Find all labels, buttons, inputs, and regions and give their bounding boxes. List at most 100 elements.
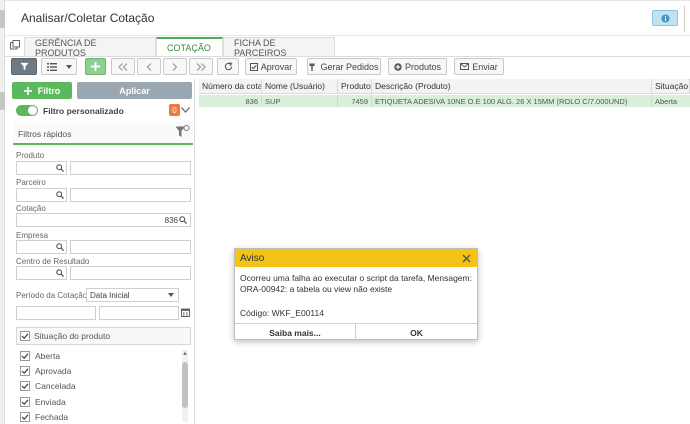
product-status-section[interactable]: Situação do produto [16,327,191,345]
check-icon [21,368,29,375]
status-option-cancelada[interactable]: Cancelada [20,379,76,393]
ok-button[interactable]: OK [356,324,477,341]
check-icon [21,353,29,360]
chevron-down-icon[interactable] [181,107,190,113]
next-record-button[interactable] [163,58,187,75]
cell-produto[interactable]: 7459 [338,95,372,107]
tab-gerencia-produtos[interactable]: GERÊNCIA DE PRODUTOS [24,37,156,58]
search-icon[interactable] [56,243,64,251]
custom-filter-count-badge: 0 [169,104,180,116]
column-header-numero[interactable]: Número da cotação [199,79,262,94]
status-option-fechada[interactable]: Fechada [20,410,68,424]
dialog-close-button[interactable] [459,250,473,266]
status-option-enviada[interactable]: Enviada [20,395,66,409]
product-name-input[interactable] [70,161,191,175]
cell-descricao[interactable]: ETIQUETA ADESIVA 10NE O.E 100 ALG. 26 X … [372,95,652,107]
filter-button-label: Filtro [37,85,61,96]
search-icon[interactable] [56,191,64,199]
column-header-label: Produto [341,81,371,91]
add-filter-button[interactable]: Filtro [12,82,72,99]
period-type-select[interactable]: Data Inicial [86,288,179,302]
add-button[interactable] [85,58,106,75]
gutter-marker [0,92,5,110]
send-button[interactable]: Enviar [454,58,504,75]
period-label: Período da Cotação [16,291,88,300]
period-end-input[interactable] [99,306,179,320]
list-icon [46,62,57,71]
products-button[interactable]: Produtos [388,58,447,75]
select-all-checkbox[interactable] [20,331,30,341]
quotation-input[interactable]: 836 [16,213,191,227]
search-icon[interactable] [56,269,64,277]
check-icon [21,399,29,406]
status-option-aberta[interactable]: Aberta [20,349,60,363]
search-icon[interactable] [56,164,64,172]
column-header-produto[interactable]: Produto [338,79,372,94]
double-chevron-right-icon [196,62,206,71]
products-label: Produtos [404,61,442,72]
column-header-label: Descrição (Produto) [375,81,451,91]
last-record-button[interactable] [189,58,213,75]
status-checkbox[interactable] [20,366,30,376]
close-icon [462,254,470,262]
plus-circle-icon [394,62,402,71]
list-options-button[interactable] [41,58,77,75]
ok-label: OK [410,327,423,338]
status-checkbox[interactable] [20,397,30,407]
scroll-up-icon[interactable]: ▲ [182,351,188,357]
cell-situacao[interactable]: Aberta [652,95,690,107]
learn-more-label: Saiba mais... [269,327,321,338]
status-checkbox[interactable] [20,381,30,391]
tab-ficha-parceiros[interactable]: FICHA DE PARCEIROS [223,37,335,58]
custom-filter-label: Filtro personalizado [43,106,124,116]
status-option-label: Aberta [35,351,61,361]
check-icon [21,383,29,390]
toolbar: Aprovar Gerar Pedidos Produtos Enviar [5,57,690,77]
chevron-down-icon [168,293,174,297]
status-checkbox[interactable] [20,351,30,361]
company-name-input[interactable] [70,240,191,254]
search-icon[interactable] [179,216,187,224]
topbar-divider [684,6,685,32]
send-label: Enviar [472,61,498,72]
warning-dialog: Aviso Ocorreu uma falha ao executar o sc… [234,248,478,341]
funnel-settings-icon[interactable] [175,125,190,139]
cell-usuario[interactable]: SUP [262,95,338,107]
column-header-usuario[interactable]: Nome (Usuário) [262,79,338,94]
apply-button[interactable]: Aplicar [77,82,192,99]
chevron-right-icon [172,62,178,71]
tab-bar: GERÊNCIA DE PRODUTOS COTAÇÃO FICHA DE PA… [5,37,690,58]
status-option-aprovada[interactable]: Aprovada [20,364,71,378]
status-checkbox[interactable] [20,412,30,422]
generate-orders-button[interactable]: Gerar Pedidos [307,58,381,75]
quotation-label: Cotação [16,204,46,213]
column-header-situacao[interactable]: Situação [652,79,690,94]
quick-filters-title: Filtros rápidos [18,129,72,139]
period-type-value: Data Inicial [90,290,130,300]
cell-numero[interactable]: 836 [199,95,262,107]
tab-cotacao[interactable]: COTAÇÃO [156,37,223,57]
calendar-icon[interactable] [181,308,190,317]
product-label: Produto [16,151,45,160]
double-chevron-left-icon [118,62,128,71]
refresh-button[interactable] [217,58,239,75]
page-title: Analisar/Coletar Cotação [21,11,155,25]
checkbox-check-icon [249,62,258,71]
info-button[interactable] [652,10,678,26]
status-list-scroll-thumb[interactable] [182,362,188,408]
previous-record-button[interactable] [137,58,161,75]
generate-orders-label: Gerar Pedidos [320,61,379,72]
column-header-label: Nome (Usuário) [265,81,325,91]
filter-toggle-button[interactable] [11,58,37,75]
first-record-button[interactable] [111,58,135,75]
partner-name-input[interactable] [70,188,191,202]
result-center-name-input[interactable] [70,266,191,280]
custom-filter-toggle[interactable] [16,105,38,116]
approve-button[interactable]: Aprovar [245,58,297,75]
period-start-input[interactable] [16,306,96,320]
column-header-descricao[interactable]: Descrição (Produto) [372,79,652,94]
learn-more-button[interactable]: Saiba mais... [235,324,356,341]
check-icon [21,333,29,340]
plus-icon [23,86,32,95]
column-header-label: Número da cotação [202,81,261,91]
